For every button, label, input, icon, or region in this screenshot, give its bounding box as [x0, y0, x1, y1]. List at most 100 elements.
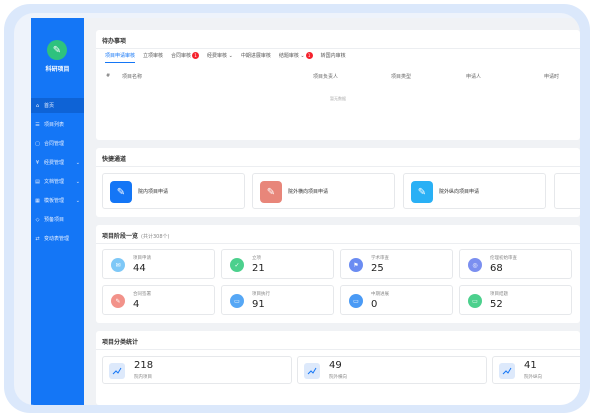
app-logo-icon: ✎ [47, 40, 67, 60]
stage-label: 项目执行 [252, 292, 270, 297]
stage-label: 项目申请 [133, 256, 151, 261]
category-value: 41 [524, 360, 537, 371]
sidebar-item-documents[interactable]: ▤ 文档管理 ⌄ [31, 174, 84, 189]
tab-label: 项目申请审核 [105, 53, 136, 59]
quick-item-internal[interactable]: ✎ 院内项目申请 [102, 173, 245, 209]
stages-title-text: 项目阶段一览 [102, 233, 139, 240]
sidebar-item-templates[interactable]: ▦ 模板管理 ⌄ [31, 193, 84, 208]
stage-label: 合同签署 [133, 292, 151, 297]
tab-funds[interactable]: 经费审核 ⌄ [207, 52, 233, 59]
stage-item[interactable]: ▭ 项目执行 91 [221, 285, 334, 315]
tab-label: 结题审核 ⌄ [278, 53, 305, 59]
stages-subtitle: (共计308个) [141, 234, 170, 240]
tab-label: 合同审核 [171, 53, 192, 59]
column-header: 项目名称 [122, 74, 143, 80]
divider [96, 349, 580, 350]
stage-item[interactable]: ✓ 立项 21 [221, 249, 334, 279]
stage-label: 项目结题 [490, 292, 508, 297]
sidebar-item-label: 首页 [44, 103, 55, 109]
notification-badge: 1 [305, 52, 313, 59]
line-chart-icon [109, 363, 125, 379]
stage-label: 立项 [252, 256, 261, 261]
category-value: 218 [134, 360, 154, 371]
notification-badge: 1 [192, 52, 200, 59]
tab-midterm[interactable]: 中期进展审核 [241, 52, 271, 59]
tab-label: 转国内审核 [320, 53, 346, 59]
category-label: 院外纵向 [524, 375, 542, 380]
stage-value: 91 [252, 299, 265, 310]
envelope-icon: ✉ [111, 258, 125, 272]
quick-item-horizontal[interactable]: ✎ 院外横向项目申请 [252, 173, 395, 209]
tab-domestic[interactable]: 转国内审核 [321, 52, 346, 59]
sidebar-item-funds[interactable]: ¥ 经费管理 ⌄ [31, 155, 84, 170]
money-icon: ¥ [35, 159, 40, 166]
stage-item[interactable]: ⚑ 学术审查 25 [340, 249, 453, 279]
stage-value: 44 [133, 263, 146, 274]
quick-access-card: 快捷通道 ✎ 院内项目申请 ✎ 院外横向项目申请 ✎ 院外纵向项目申请 [96, 148, 580, 217]
sidebar-item-contracts[interactable]: ▢ 合同管理 [31, 136, 84, 151]
list-icon: ☰ [35, 121, 40, 128]
stage-value: 68 [490, 263, 503, 274]
category-card: 项目分类统计 218 院内项目 49 院外横向 41 院外纵向 [96, 331, 580, 405]
stage-item[interactable]: ✉ 项目申请 44 [102, 249, 215, 279]
stage-value: 0 [371, 299, 378, 310]
tab-contract[interactable]: 合同审核 1 [171, 52, 200, 59]
monitor-icon: ▭ [468, 294, 482, 308]
table-header: # 项目名称 项目负责人 项目类型 申请人 申请时 [96, 70, 580, 88]
edit-document-icon: ✎ [110, 181, 132, 203]
edit-document-icon: ✎ [411, 181, 433, 203]
tab-label: 经费审核 ⌄ [207, 53, 233, 59]
todo-tabs: 项目申请审核 立项审核 合同审核 1 经费审核 ⌄ 中期进展审核 结题审核 ⌄ 1 … [105, 52, 354, 63]
quick-item-more[interactable] [554, 173, 580, 209]
stages-card: 项目阶段一览 (共计308个) ✉ 项目申请 44 ✓ 立项 21 ⚑ 学术审查 … [96, 225, 580, 323]
document-icon: ▤ [35, 178, 40, 185]
todo-card: 待办事项 项目申请审核 立项审核 合同审核 1 经费审核 ⌄ 中期进展审核 结题审… [96, 30, 580, 140]
template-icon: ▦ [35, 197, 40, 204]
category-item[interactable]: 218 院内项目 [102, 356, 292, 384]
stage-item[interactable]: ✎ 合同签署 4 [102, 285, 215, 315]
contract-icon: ▢ [35, 140, 40, 147]
column-header: 项目负责人 [313, 74, 339, 80]
sidebar-item-label: 变动表管理 [44, 236, 70, 242]
tab-conclusion[interactable]: 结题审核 ⌄ 1 [279, 52, 313, 59]
sidebar-item-changes[interactable]: ⇄ 变动表管理 [31, 231, 84, 246]
sidebar: ✎ 科研项目 ⌂ 首页 ☰ 项目列表 ▢ 合同管理 ¥ 经费管理 ⌄ ▤ 文档管… [31, 18, 84, 405]
empty-state-text: 暂无数据 [330, 96, 346, 101]
sidebar-item-label: 文档管理 [44, 179, 65, 185]
inner-frame: ✎ 科研项目 ⌂ 首页 ☰ 项目列表 ▢ 合同管理 ¥ 经费管理 ⌄ ▤ 文档管… [14, 13, 580, 405]
category-item[interactable]: 49 院外横向 [297, 356, 487, 384]
stage-item[interactable]: ◎ 伦理初始审查 68 [459, 249, 572, 279]
todo-title: 待办事项 [102, 38, 127, 45]
divider [96, 166, 580, 167]
check-icon: ✓ [230, 258, 244, 272]
sidebar-item-label: 合同管理 [44, 141, 65, 147]
stage-value: 25 [371, 263, 384, 274]
line-chart-icon [499, 363, 515, 379]
line-chart-icon [304, 363, 320, 379]
sidebar-item-prepared[interactable]: ◇ 预备项目 [31, 212, 84, 227]
stage-label: 学术审查 [371, 256, 389, 261]
stage-value: 21 [252, 263, 265, 274]
stages-title: 项目阶段一览 (共计308个) [102, 231, 169, 240]
home-icon: ⌂ [35, 102, 40, 109]
tab-label: 立项审核 [143, 53, 164, 59]
sidebar-item-label: 模板管理 [44, 198, 65, 204]
app-window: ✎ 科研项目 ⌂ 首页 ☰ 项目列表 ▢ 合同管理 ¥ 经费管理 ⌄ ▤ 文档管… [31, 18, 580, 405]
exchange-icon: ⇄ [35, 235, 40, 242]
stage-item[interactable]: ▭ 中期进展 0 [340, 285, 453, 315]
divider [96, 243, 580, 244]
stage-item[interactable]: ▭ 项目结题 52 [459, 285, 572, 315]
monitor-icon: ▭ [349, 294, 363, 308]
chevron-down-icon: ⌄ [75, 159, 80, 166]
sidebar-item-projects[interactable]: ☰ 项目列表 [31, 117, 84, 132]
tab-project-application[interactable]: 项目申请审核 [105, 52, 136, 63]
sidebar-item-home[interactable]: ⌂ 首页 [31, 98, 84, 113]
quick-item-vertical[interactable]: ✎ 院外纵向项目申请 [403, 173, 546, 209]
tab-label: 中期进展审核 [240, 53, 271, 59]
category-item[interactable]: 41 院外纵向 [492, 356, 580, 384]
tab-approval[interactable]: 立项审核 [143, 52, 163, 59]
quick-item-label: 院外纵向项目申请 [439, 189, 480, 195]
column-header: 申请人 [466, 74, 482, 80]
app-title: 科研项目 [45, 66, 70, 73]
column-header: 申请时 [544, 74, 560, 80]
